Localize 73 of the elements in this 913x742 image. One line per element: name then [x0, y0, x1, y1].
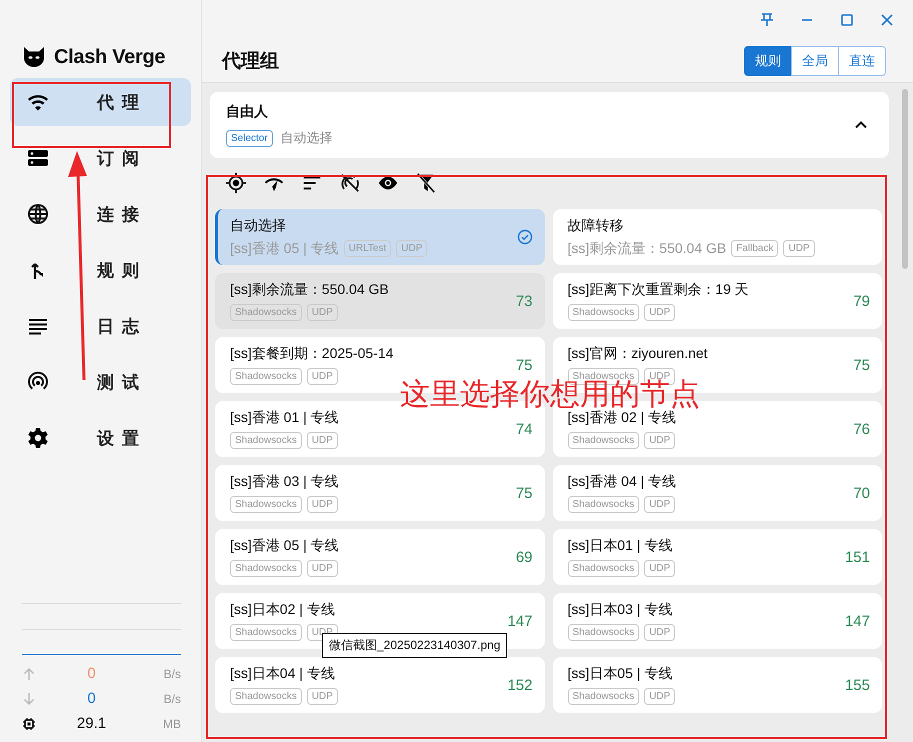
delay-value: 147	[507, 612, 532, 630]
proxy-tag: UDP	[306, 688, 338, 705]
proxy-tag: URLTest	[344, 240, 392, 257]
proxy-name: [ss]日本05 | 专线	[568, 665, 674, 683]
proxy-tag: UDP	[306, 304, 338, 321]
proxy-tag: Shadowsocks	[568, 432, 640, 449]
delay-value: 79	[853, 292, 870, 310]
proxy-tag: Shadowsocks	[568, 624, 640, 641]
delay-value: 76	[853, 420, 870, 438]
proxy-tag: UDP	[396, 240, 428, 257]
proxy-tag: UDP	[644, 560, 676, 577]
proxy-tag: Shadowsocks	[230, 496, 302, 513]
proxy-name: [ss]官网：ziyouren.net	[568, 345, 708, 363]
proxy-tag: Shadowsocks	[568, 304, 640, 321]
delay-value: 155	[844, 676, 870, 694]
file-tooltip: 微信截图_20250223140307.png	[322, 633, 508, 658]
proxy-tag: UDP	[644, 432, 676, 449]
delay-value: 75	[516, 356, 532, 374]
proxy-tag: UDP	[644, 688, 676, 705]
group-type-tag: Selector	[226, 130, 273, 146]
proxy-tag: Shadowsocks	[568, 496, 640, 513]
proxy-name: [ss]香港 05 | 专线	[230, 537, 339, 555]
delay-value: 151	[844, 548, 870, 566]
proxy-tag: UDP	[644, 304, 676, 321]
proxy-tag: UDP	[306, 496, 338, 513]
group-name: 自由人	[226, 103, 269, 121]
proxy-current: [ss]剩余流量：550.04 GB	[568, 240, 726, 258]
delay-value: 70	[853, 484, 870, 502]
page-title: 代理组	[222, 50, 279, 74]
stat-value: 29.1	[76, 715, 108, 732]
proxy-name: 故障转移	[568, 216, 624, 234]
delay-value: 75	[853, 356, 870, 374]
stat-value: 0	[86, 690, 97, 707]
delay-value: 75	[516, 484, 532, 502]
proxy-tag: Shadowsocks	[568, 560, 640, 577]
stat-value: 0	[86, 665, 97, 682]
proxy-tag: Fallback	[731, 240, 778, 257]
proxy-tag: Shadowsocks	[230, 688, 302, 705]
proxy-name: [ss]套餐到期：2025-05-14	[230, 345, 394, 363]
delay-value: 69	[516, 548, 532, 566]
proxy-tag: UDP	[306, 432, 338, 449]
proxy-name: [ss]日本04 | 专线	[230, 665, 336, 683]
proxy-name: [ss]日本01 | 专线	[568, 537, 674, 555]
proxy-name: [ss]距离下次重置剩余：19 天	[568, 281, 749, 299]
app-name: Clash Verge	[54, 46, 166, 68]
proxy-name: [ss]香港 03 | 专线	[230, 473, 339, 491]
proxy-tag: Shadowsocks	[230, 368, 302, 385]
delay-value: 74	[516, 420, 532, 438]
proxy-name: [ss]日本02 | 专线	[230, 601, 336, 619]
proxy-tag: UDP	[306, 368, 338, 385]
delay-value: 147	[844, 612, 870, 630]
stat-unit: B/s	[162, 666, 181, 680]
proxy-tag: UDP	[306, 560, 338, 577]
proxy-tag: Shadowsocks	[230, 624, 302, 641]
proxy-name: [ss]香港 02 | 专线	[568, 409, 676, 427]
proxy-current: [ss]香港 05 | 专线	[230, 240, 339, 258]
delay-value: 73	[516, 292, 532, 310]
group-current: 自动选择	[280, 129, 333, 147]
proxy-tag: Shadowsocks	[230, 560, 302, 577]
proxy-name: [ss]剩余流量：550.04 GB	[230, 281, 389, 299]
proxy-tag: UDP	[644, 496, 676, 513]
proxy-name: [ss]香港 01 | 专线	[230, 409, 339, 427]
proxy-tag: Shadowsocks	[230, 432, 302, 449]
stat-unit: MB	[162, 716, 181, 730]
proxy-tag: UDP	[644, 624, 676, 641]
proxy-tag: Shadowsocks	[568, 688, 640, 705]
stat-unit: B/s	[162, 692, 181, 706]
proxy-tag: Shadowsocks	[230, 304, 302, 321]
proxy-name: [ss]日本03 | 专线	[568, 601, 674, 619]
proxy-tag: UDP	[783, 240, 815, 257]
delay-value: 152	[507, 676, 532, 694]
proxy-name: 自动选择	[230, 216, 287, 234]
proxy-name: [ss]香港 04 | 专线	[568, 473, 676, 491]
